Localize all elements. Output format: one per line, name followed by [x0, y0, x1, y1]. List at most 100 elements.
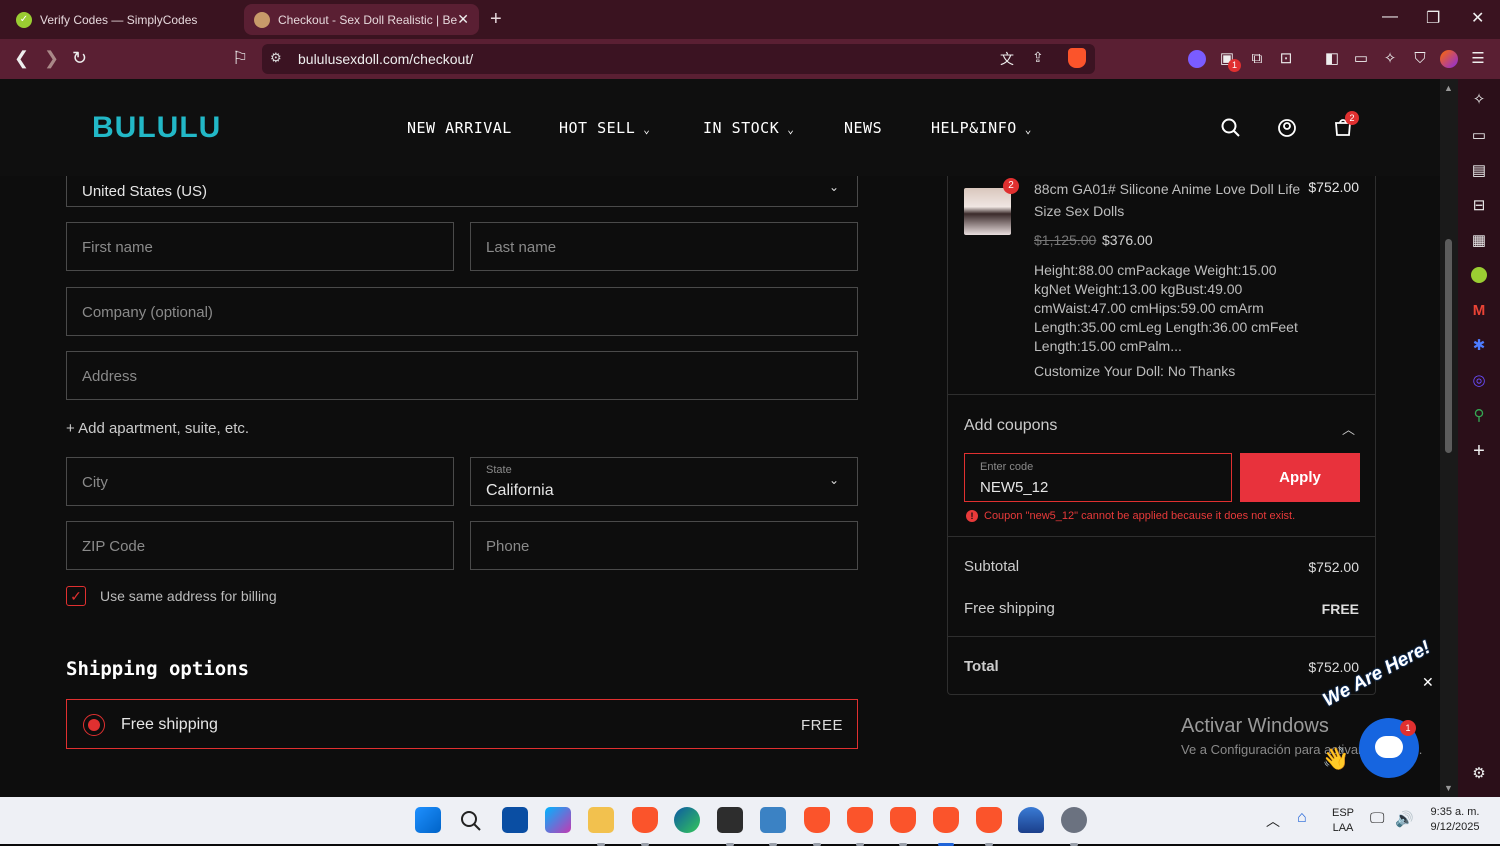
taskbar-search-icon[interactable]: [460, 810, 482, 832]
arc-icon[interactable]: [1018, 807, 1044, 833]
m365-icon[interactable]: [545, 807, 571, 833]
tray-app-icon[interactable]: ⌂: [1297, 809, 1307, 827]
account-icon[interactable]: [1277, 118, 1297, 138]
extension-puzzle-icon[interactable]: ✱: [1470, 337, 1488, 355]
subtotal-label: Subtotal: [964, 558, 1020, 575]
wallet-icon[interactable]: ▭: [1352, 50, 1370, 68]
tab-simplycodes[interactable]: ✓ Verify Codes — SimplyCodes: [6, 4, 240, 35]
translate-icon[interactable]: 文: [1000, 49, 1014, 69]
shipping-radio[interactable]: [83, 714, 105, 736]
divider: [948, 536, 1375, 537]
bookmark-icon[interactable]: ⚐: [232, 48, 248, 69]
brave-profile-icon[interactable]: [804, 807, 830, 846]
minimize-icon[interactable]: —: [1382, 8, 1398, 26]
language-indicator[interactable]: ESP LAA: [1328, 806, 1358, 836]
browser-toolbar: ❮ ❯ ↻ ⚐ ⚙ bululusexdoll.com/checkout/ 文 …: [0, 39, 1500, 79]
city-placeholder: City: [82, 474, 108, 491]
same-billing-label[interactable]: Use same address for billing: [100, 588, 277, 604]
last-name-field[interactable]: Last name: [470, 222, 858, 271]
forward-icon[interactable]: ❯: [44, 48, 59, 69]
page-scrollbar[interactable]: ▲ ▼: [1440, 79, 1458, 797]
scroll-up-arrow-icon[interactable]: ▲: [1444, 83, 1453, 93]
city-field[interactable]: City: [66, 457, 454, 506]
extension-purple-icon[interactable]: [1188, 50, 1206, 68]
simplycodes-icon[interactable]: [1471, 267, 1487, 283]
terminal-icon[interactable]: [717, 807, 743, 846]
product-description: Height:88.00 cmPackage Weight:15.00 kgNe…: [1034, 262, 1298, 354]
new-tab-icon[interactable]: +: [490, 8, 502, 31]
error-icon: !: [966, 510, 978, 522]
site-settings-icon[interactable]: ⚙: [270, 50, 282, 66]
puzzle-icon[interactable]: ⧉: [1248, 50, 1266, 68]
network-icon[interactable]: 🖵: [1370, 810, 1384, 827]
clock[interactable]: 9:35 a. m. 9/12/2025: [1420, 805, 1490, 835]
scroll-down-arrow-icon[interactable]: ▼: [1444, 783, 1453, 793]
reading-list-icon[interactable]: ▦: [1470, 232, 1488, 250]
notepad-icon[interactable]: [760, 807, 786, 846]
share-icon[interactable]: ⇪: [1032, 49, 1044, 66]
nav-help-info[interactable]: HELP&INFO ⌄: [931, 119, 1032, 137]
add-coupons-heading[interactable]: Add coupons: [964, 417, 1057, 435]
site-logo[interactable]: BULULU: [92, 111, 221, 145]
brave-profile-icon[interactable]: [976, 807, 1002, 846]
window-close-icon[interactable]: ✕: [1471, 8, 1484, 28]
media-icon[interactable]: ▭: [1470, 127, 1488, 145]
brave-profile-icon[interactable]: [847, 807, 873, 846]
wallet-icon[interactable]: ▤: [1470, 162, 1488, 180]
back-icon[interactable]: ❮: [14, 48, 29, 69]
brave-profile-icon[interactable]: [890, 807, 916, 846]
sidebar-toggle-icon[interactable]: ◧: [1323, 50, 1341, 68]
app-circle-icon[interactable]: ◎: [1470, 372, 1488, 390]
nav-news[interactable]: NEWS: [844, 119, 882, 137]
state-select[interactable]: State California ⌄: [470, 457, 858, 506]
edge-icon[interactable]: [674, 807, 700, 833]
nav-hot-sell[interactable]: HOT SELL ⌄: [559, 119, 650, 137]
bookmarks-icon[interactable]: ⊟: [1470, 197, 1488, 215]
nav-label: NEWS: [844, 119, 883, 137]
maximize-icon[interactable]: ❐: [1426, 8, 1440, 28]
menu-icon[interactable]: ☰: [1469, 50, 1487, 68]
store-icon[interactable]: [502, 807, 528, 833]
shipping-option-free[interactable]: Free shipping FREE: [66, 699, 858, 749]
maps-pin-icon[interactable]: ⚲: [1470, 407, 1488, 425]
scrollbar-thumb[interactable]: [1445, 239, 1452, 453]
rewards-icon[interactable]: [1440, 50, 1458, 68]
nav-in-stock[interactable]: IN STOCK ⌄: [703, 119, 794, 137]
same-billing-checkbox[interactable]: ✓: [66, 586, 86, 606]
company-field[interactable]: Company (optional): [66, 287, 858, 336]
address-field[interactable]: Address: [66, 351, 858, 400]
leo-ai-icon[interactable]: ✧: [1470, 91, 1488, 109]
vpn-icon[interactable]: ⛉: [1411, 50, 1429, 68]
file-explorer-icon[interactable]: [588, 807, 614, 846]
phone-field[interactable]: Phone: [470, 521, 858, 570]
url-text: bululusexdoll.com/checkout/: [298, 51, 474, 67]
close-tab-icon[interactable]: ✕: [457, 11, 469, 28]
nav-new-arrival[interactable]: NEW ARRIVAL: [407, 119, 512, 137]
address-bar[interactable]: ⚙ bululusexdoll.com/checkout/ 文 ⇪: [262, 44, 1095, 74]
settings-icon[interactable]: ⚙: [1470, 765, 1488, 783]
chat-close-icon[interactable]: ✕: [1422, 674, 1434, 691]
screenshot-icon[interactable]: ⊡: [1277, 50, 1295, 68]
settings-app-icon[interactable]: [1061, 807, 1087, 846]
product-price: $376.00: [1102, 232, 1153, 248]
add-panel-icon[interactable]: +: [1470, 441, 1488, 461]
reload-icon[interactable]: ↻: [72, 48, 87, 69]
volume-icon[interactable]: 🔊: [1395, 810, 1414, 828]
simplycodes-favicon-icon: ✓: [16, 11, 32, 28]
leo-ai-icon[interactable]: ✧: [1381, 50, 1399, 68]
coupon-input[interactable]: Enter code NEW5_12: [964, 453, 1232, 502]
brave-icon[interactable]: [632, 807, 658, 846]
brave-profile-active-icon[interactable]: [933, 807, 959, 846]
brave-shields-icon[interactable]: [1068, 48, 1086, 68]
tab-checkout[interactable]: Checkout - Sex Doll Realistic | Be ✕: [244, 4, 479, 35]
apply-coupon-button[interactable]: Apply: [1240, 453, 1360, 502]
zip-field[interactable]: ZIP Code: [66, 521, 454, 570]
add-apartment-link[interactable]: + Add apartment, suite, etc.: [66, 420, 249, 437]
state-value: California: [486, 482, 554, 499]
tray-chevron-up-icon[interactable]: ︿: [1266, 811, 1280, 831]
chevron-up-icon[interactable]: ︿: [1342, 419, 1355, 438]
start-icon[interactable]: [415, 807, 441, 833]
search-icon[interactable]: [1221, 118, 1241, 138]
gmail-icon[interactable]: M: [1470, 302, 1488, 320]
first-name-field[interactable]: First name: [66, 222, 454, 271]
